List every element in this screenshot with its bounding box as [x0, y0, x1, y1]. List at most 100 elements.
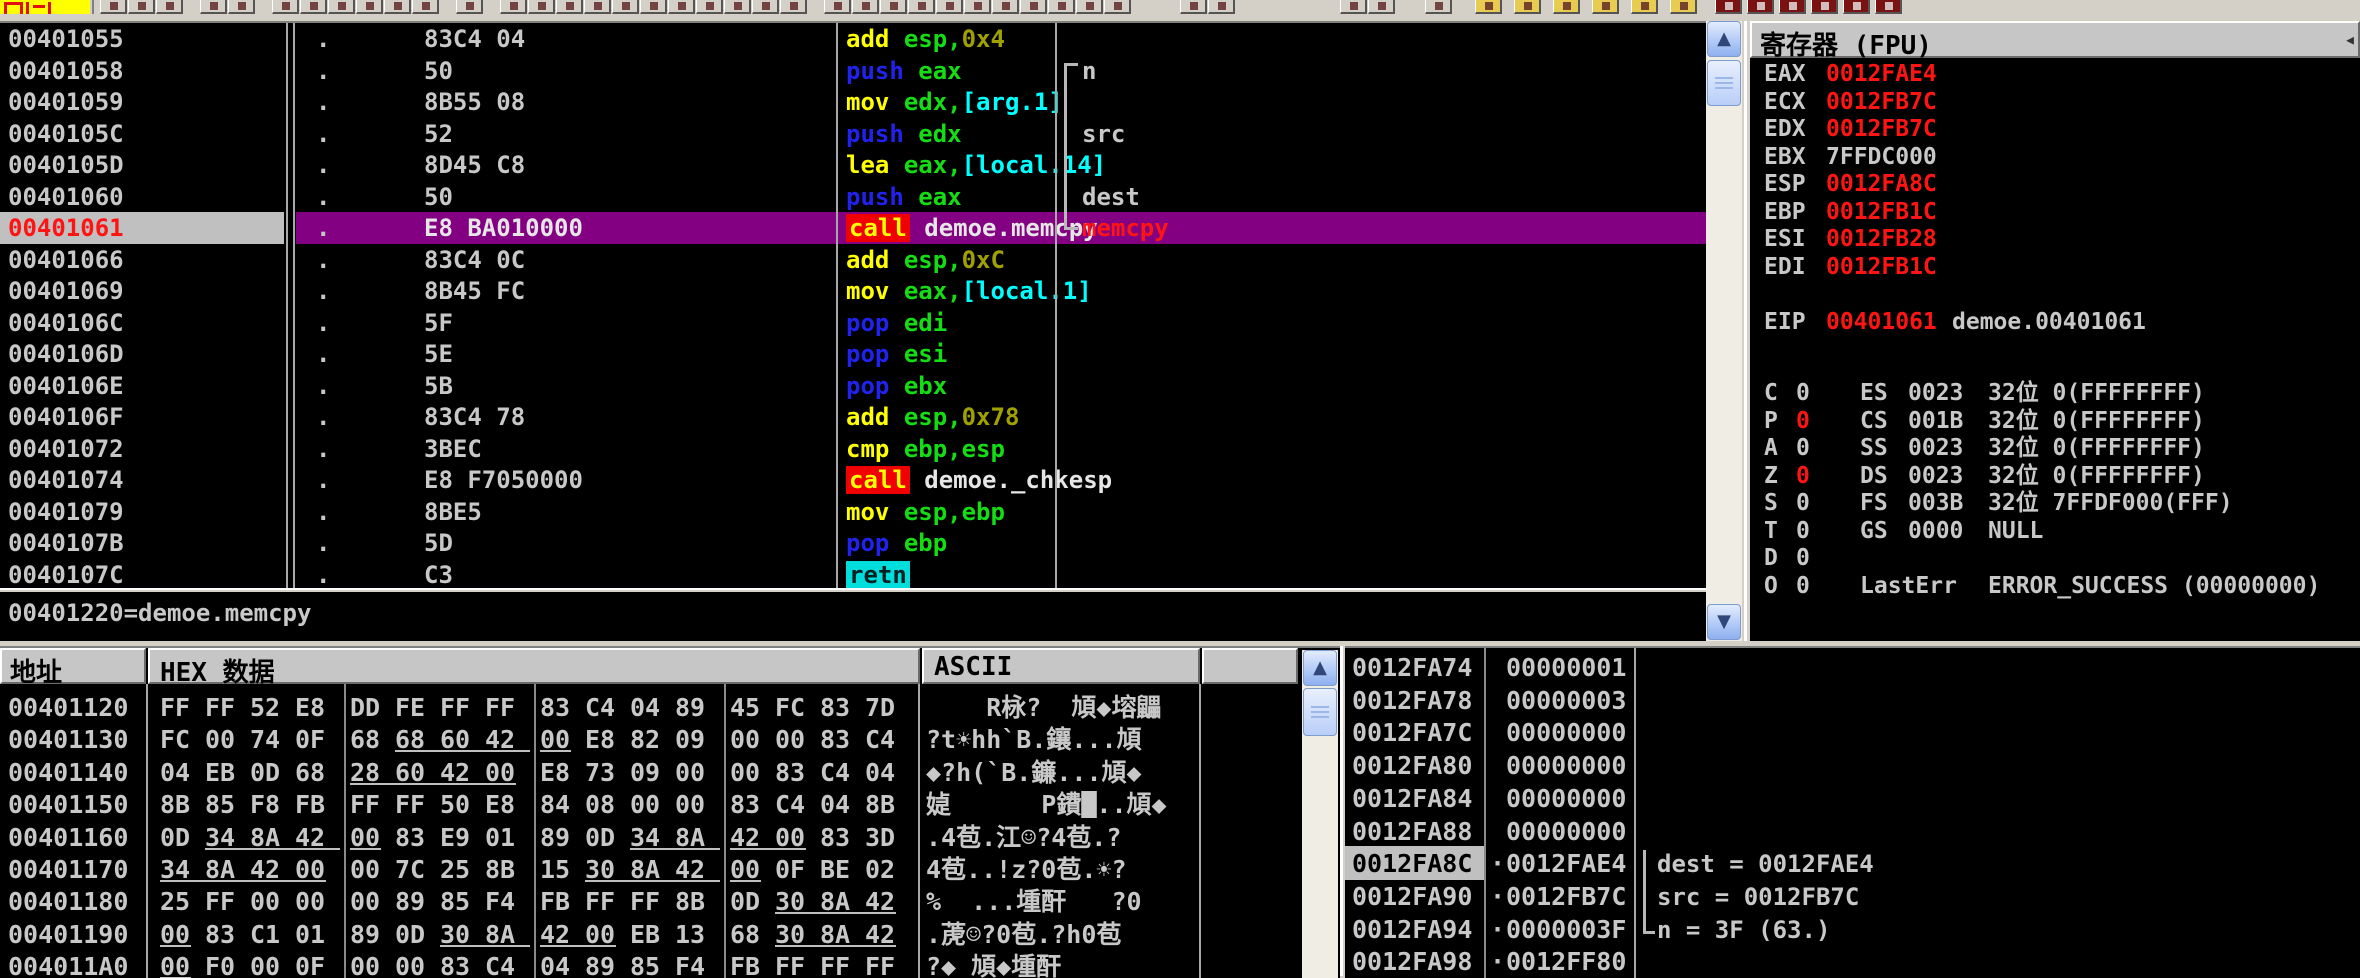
stack-row[interactable]: 0012FA98·0012FF80	[1345, 946, 2360, 978]
toolbar-button[interactable]	[1670, 0, 1697, 14]
toolbar-button[interactable]	[752, 0, 779, 14]
toolbar-button[interactable]	[1104, 0, 1131, 14]
toolbar-button[interactable]	[100, 0, 127, 14]
stack-row[interactable]: 0012FA94·0000003Fn = 3F (63.)	[1345, 914, 2360, 947]
stack-pane[interactable]: 0012FA74000000010012FA78000000030012FA7C…	[1345, 646, 2360, 978]
toolbar-button[interactable]	[412, 0, 439, 14]
toolbar-button[interactable]	[272, 0, 299, 14]
toolbar-button[interactable]	[1076, 0, 1103, 14]
flag-row[interactable]: S0FS003B32位 7FFDF000(FFF)	[1750, 490, 2360, 517]
flag-row[interactable]: P0CS001B32位 0(FFFFFFFF)	[1750, 408, 2360, 435]
disasm-row[interactable]: 0040105C.52push edxsrc	[0, 118, 1706, 150]
disasm-row[interactable]: 00401074.E8 F7050000call demoe._chkesp	[0, 464, 1706, 496]
toolbar-button[interactable]	[1048, 0, 1075, 14]
flag-row[interactable]: O0LastErrERROR_SUCCESS (00000000)	[1750, 573, 2360, 600]
disasm-row[interactable]: 00401079.8BE5mov esp,ebp	[0, 496, 1706, 528]
toolbar-button[interactable]	[880, 0, 907, 14]
register-row[interactable]: ESI0012FB28	[1750, 226, 2360, 253]
disasm-row[interactable]: 00401066.83C4 0Cadd esp,0xC	[0, 244, 1706, 276]
disasm-row[interactable]: 00401055.83C4 04add esp,0x4	[0, 23, 1706, 55]
dump-header-ascii[interactable]: ASCII	[922, 648, 1200, 684]
scrollbar-thumb[interactable]	[1303, 688, 1337, 736]
stack-row[interactable]: 0012FA8C·0012FAE4dest = 0012FAE4	[1345, 848, 2360, 881]
toolbar-button[interactable]	[824, 0, 851, 14]
toolbar-button[interactable]	[992, 0, 1019, 14]
hexdump-row[interactable]: 00401120FFFF52E8DDFEFFFF83C4048945FC837D…	[0, 692, 1340, 724]
disasm-row[interactable]: 0040107C.C3retn	[0, 559, 1706, 590]
flag-row[interactable]: A0SS002332位 0(FFFFFFFF)	[1750, 435, 2360, 462]
flag-row[interactable]: T0GS0000NULL	[1750, 518, 2360, 545]
dump-scrollbar[interactable]: ▲	[1302, 650, 1338, 978]
disasm-row[interactable]: 00401061.E8 BA010000call demoe.memcpymem…	[0, 212, 1706, 244]
disasm-row[interactable]: 0040107B.5Dpop ebp	[0, 527, 1706, 559]
toolbar-button[interactable]	[1180, 0, 1207, 14]
stack-row[interactable]: 0012FA8400000000	[1345, 783, 2360, 816]
register-row[interactable]: ESP0012FA8C	[1750, 171, 2360, 198]
scrollbar-thumb[interactable]	[1707, 60, 1741, 106]
toolbar-button[interactable]	[780, 0, 807, 14]
toolbar-button[interactable]	[1368, 0, 1395, 14]
toolbar-button[interactable]	[1875, 0, 1902, 14]
register-row[interactable]: EDX0012FB7C	[1750, 116, 2360, 143]
toolbar-button[interactable]	[528, 0, 555, 14]
hexdump-row[interactable]: 00401130FC00740F6868604200E88209000083C4…	[0, 724, 1340, 756]
toolbar-button[interactable]	[964, 0, 991, 14]
register-row[interactable]: EBP0012FB1C	[1750, 199, 2360, 226]
hexdump-row[interactable]: 004011508B85F8FBFFFF50E88408000083C4048B…	[0, 789, 1340, 821]
toolbar-button[interactable]	[1553, 0, 1580, 14]
hexdump-row[interactable]: 00401170348A4200007C258B15308A42000FBE02…	[0, 854, 1340, 886]
toolbar-button[interactable]	[128, 0, 155, 14]
disasm-row[interactable]: 00401058.50push eaxn	[0, 55, 1706, 87]
register-row[interactable]: EBX7FFDC000	[1750, 144, 2360, 171]
toolbar-button[interactable]	[328, 0, 355, 14]
toolbar-button[interactable]	[456, 0, 483, 14]
toolbar-button[interactable]	[1425, 0, 1452, 14]
toolbar-button[interactable]	[384, 0, 411, 14]
toolbar-button[interactable]	[1811, 0, 1838, 14]
toolbar-button[interactable]	[1631, 0, 1658, 14]
toolbar-button[interactable]	[1592, 0, 1619, 14]
flag-row[interactable]: Z0DS002332位 0(FFFFFFFF)	[1750, 463, 2360, 490]
toolbar-button[interactable]	[1340, 0, 1367, 14]
hexdump-row[interactable]: 004011A000F0000F000083C4048985F4FBFFFFFF…	[0, 951, 1340, 978]
disasm-row[interactable]: 00401072.3BECcmp ebp,esp	[0, 433, 1706, 465]
toolbar-button[interactable]	[156, 0, 183, 14]
dump-header-addr[interactable]: 地址	[0, 648, 146, 684]
toolbar-button[interactable]	[356, 0, 383, 14]
hexdump-row[interactable]: 004011900083C101890D308A4200EB1368308A42…	[0, 919, 1340, 951]
disasm-row[interactable]: 00401069.8B45 FCmov eax,[local.1]	[0, 275, 1706, 307]
disassembly-pane[interactable]: 00401055.83C4 04add esp,0x400401058.50pu…	[0, 21, 1706, 590]
register-row[interactable]: ECX0012FB7C	[1750, 89, 2360, 116]
stack-row[interactable]: 0012FA7400000001	[1345, 652, 2360, 685]
toolbar-button[interactable]	[724, 0, 751, 14]
stack-row[interactable]: 0012FA90·0012FB7Csrc = 0012FB7C	[1345, 881, 2360, 914]
registers-pane[interactable]: 寄存器 (FPU) ◂ EAX0012FAE4ECX0012FB7CEDX001…	[1750, 21, 2360, 641]
disasm-row[interactable]: 00401060.50push eaxdest	[0, 181, 1706, 213]
disasm-row[interactable]: 0040106F.83C4 78add esp,0x78	[0, 401, 1706, 433]
disasm-row[interactable]: 0040105D.8D45 C8lea eax,[local.14]	[0, 149, 1706, 181]
disasm-row[interactable]: 0040106E.5Bpop ebx	[0, 370, 1706, 402]
toolbar-button[interactable]	[584, 0, 611, 14]
toolbar-button[interactable]	[1020, 0, 1047, 14]
toolbar-button[interactable]	[500, 0, 527, 14]
toolbar-button[interactable]	[696, 0, 723, 14]
toolbar-button[interactable]	[556, 0, 583, 14]
toolbar-button[interactable]	[1208, 0, 1235, 14]
toolbar-button[interactable]	[668, 0, 695, 14]
toolbar-button[interactable]	[852, 0, 879, 14]
toolbar-button[interactable]	[908, 0, 935, 14]
disasm-scrollbar[interactable]: ▲ ▼	[1706, 21, 1742, 641]
toolbar-button[interactable]	[1475, 0, 1502, 14]
stack-row[interactable]: 0012FA7C00000000	[1345, 717, 2360, 750]
flag-row[interactable]: D0	[1750, 545, 2360, 572]
disasm-row[interactable]: 0040106C.5Fpop edi	[0, 307, 1706, 339]
scroll-up-button[interactable]: ▲	[1707, 21, 1741, 57]
toolbar-button[interactable]	[200, 0, 227, 14]
toolbar-button[interactable]	[1747, 0, 1774, 14]
scroll-down-button[interactable]: ▼	[1707, 604, 1741, 640]
stack-row[interactable]: 0012FA8000000000	[1345, 750, 2360, 783]
toolbar-button[interactable]	[936, 0, 963, 14]
toolbar-button[interactable]	[1715, 0, 1742, 14]
toolbar-button[interactable]	[228, 0, 255, 14]
flag-row[interactable]: C0ES002332位 0(FFFFFFFF)	[1750, 380, 2360, 407]
